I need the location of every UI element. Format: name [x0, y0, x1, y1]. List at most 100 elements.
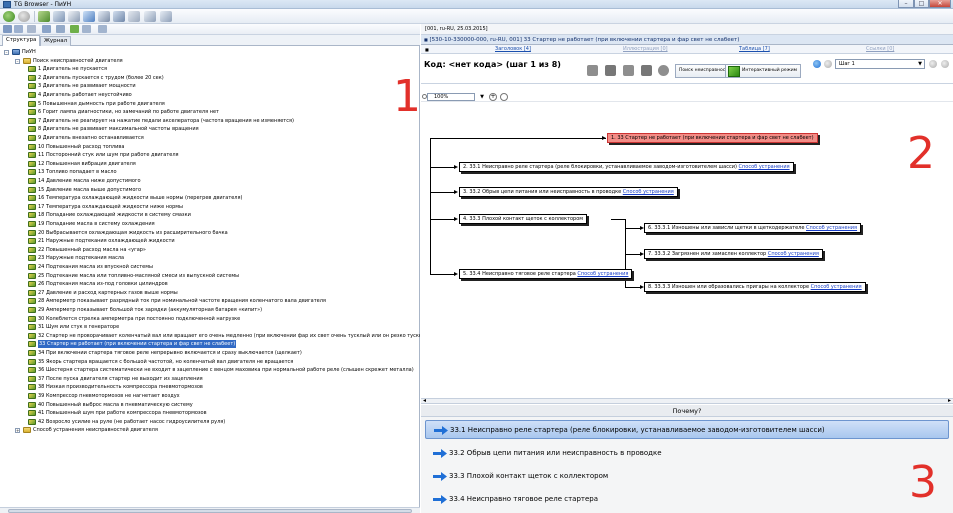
- tree-item[interactable]: 4 Двигатель работает неустойчиво: [0, 91, 420, 99]
- tree-item[interactable]: 14 Давление масла ниже допустимого: [0, 177, 420, 185]
- diagram-node-7[interactable]: 7. 33.3.2 Загрязнен или замаслен коллект…: [644, 249, 823, 259]
- tools-icon[interactable]: [144, 11, 156, 22]
- collapse-icon[interactable]: [27, 25, 36, 33]
- tree-item[interactable]: 1 Двигатель не пускается: [0, 65, 420, 73]
- zoom-in-icon[interactable]: +: [489, 93, 497, 101]
- fix-method-link[interactable]: Способ устранения: [768, 251, 819, 257]
- tree-item[interactable]: 23 Наружные подтекания масла: [0, 254, 420, 262]
- scrollbar-thumb[interactable]: [8, 509, 412, 513]
- left-horizontal-scrollbar[interactable]: [0, 507, 420, 513]
- tree-item[interactable]: 26 Подтекания масла из-под головки цилин…: [0, 280, 420, 288]
- tree-item[interactable]: 6 Горит лампа диагностики, но замечаний …: [0, 108, 420, 116]
- tree-item[interactable]: 11 Посторонний стук или шум при работе д…: [0, 151, 420, 159]
- link-headings[interactable]: Заголовок [4]: [495, 45, 531, 54]
- reason-item-2[interactable]: 33.2 Обрыв цепи питания или неисправност…: [425, 444, 949, 463]
- tree-expander-icon[interactable]: –: [4, 50, 9, 55]
- help-icon[interactable]: [160, 11, 172, 22]
- tree-item[interactable]: 31 Шум или стук в генераторе: [0, 323, 420, 331]
- tree-item[interactable]: 18 Попадание охлаждающей жидкости в сист…: [0, 211, 420, 219]
- font-icon[interactable]: [82, 25, 91, 33]
- tree-item[interactable]: 25 Подтекание масла или топливно-масляно…: [0, 272, 420, 280]
- minimize-button[interactable]: –: [898, 0, 914, 8]
- diagram-node-3[interactable]: 3. 33.2 Обрыв цепи питания или неисправн…: [459, 187, 678, 197]
- scroll-right-icon[interactable]: ▸: [948, 397, 951, 404]
- tools-icon-2[interactable]: [605, 65, 616, 76]
- tree-item[interactable]: 5 Повышенная дымность при работе двигате…: [0, 100, 420, 108]
- undo-icon[interactable]: [623, 65, 634, 76]
- tree-folder[interactable]: – Поиск неисправностей двигателя: [0, 57, 420, 65]
- tree-item[interactable]: 8 Двигатель не развивает максимальной ча…: [0, 125, 420, 133]
- tree-item[interactable]: 28 Амперметр показывает разрядный ток пр…: [0, 297, 420, 305]
- tree-item[interactable]: 22 Повышенный расход масла на «угар»: [0, 246, 420, 254]
- tree-item[interactable]: 15 Давление масла выше допустимого: [0, 186, 420, 194]
- interactive-mode-button[interactable]: Интерактивный режим: [725, 64, 802, 78]
- tree-item[interactable]: 10 Повышенный расход топлива: [0, 143, 420, 151]
- tree-item[interactable]: 29 Амперметр показывает большой ток заря…: [0, 306, 420, 314]
- tree-item[interactable]: 2 Двигатель пускается с трудом (более 20…: [0, 74, 420, 82]
- fix-method-link[interactable]: Способ устранения: [739, 164, 790, 170]
- tree-item[interactable]: 35 Якорь стартера вращается с большой ча…: [0, 358, 420, 366]
- tree-item[interactable]: 9 Двигатель внезапно останавливается: [0, 134, 420, 142]
- tree-item[interactable]: 24 Подтекания масла из впускной системы: [0, 263, 420, 271]
- expand-icon[interactable]: [14, 25, 23, 33]
- tree-item[interactable]: 3 Двигатель не развивает мощности: [0, 82, 420, 90]
- tree-item[interactable]: 7 Двигатель не реагирует на нажатие педа…: [0, 117, 420, 125]
- step-next-icon[interactable]: [929, 60, 937, 68]
- link-tables[interactable]: Таблица [7]: [739, 45, 770, 54]
- diagram-horizontal-scrollbar[interactable]: ◂ ▸: [421, 397, 953, 404]
- sort-icon[interactable]: [56, 25, 65, 33]
- zoom-select[interactable]: 100% ▼: [427, 93, 484, 101]
- step-home-icon[interactable]: [813, 60, 821, 68]
- tab-journal[interactable]: Журнал: [40, 36, 72, 46]
- options-icon[interactable]: [98, 25, 107, 33]
- tab-structure[interactable]: Структура: [2, 35, 41, 46]
- bookmark-icon[interactable]: [70, 25, 79, 33]
- back-icon[interactable]: [3, 11, 15, 22]
- print-icon[interactable]: [83, 11, 95, 22]
- step-select[interactable]: Шаг 1 ▼: [835, 59, 925, 69]
- tool-icon[interactable]: [38, 11, 50, 22]
- fix-method-link[interactable]: Способ устранения: [623, 189, 674, 195]
- step-last-icon[interactable]: [941, 60, 949, 68]
- tree-folder[interactable]: + Способ устранения неисправностей двигат…: [0, 426, 420, 434]
- fix-method-link[interactable]: Способ устранения: [811, 284, 862, 290]
- tree-item[interactable]: 33 Стартер не работает (при включении ст…: [0, 340, 420, 349]
- tree-folder[interactable]: – ПиУН: [0, 48, 420, 56]
- tree-item[interactable]: 36 Шестерня стартера систематически не в…: [0, 366, 420, 374]
- tree-item[interactable]: 34 При включении стартера тяговое реле н…: [0, 349, 420, 357]
- diagram-node-4[interactable]: 4. 33.3 Плохой контакт щеток с коллектор…: [459, 214, 588, 224]
- tree-item[interactable]: 40 Повышенный выброс масла в пневматичес…: [0, 401, 420, 409]
- settings-icon[interactable]: [128, 11, 140, 22]
- redo-icon[interactable]: [641, 65, 652, 76]
- diagram-node-8[interactable]: 8. 33.3.3 Изношен или образовались прига…: [644, 282, 866, 292]
- filter-icon[interactable]: [42, 25, 51, 33]
- tree-item[interactable]: 27 Давление и расход картерных газов выш…: [0, 289, 420, 297]
- link-illustrations[interactable]: Иллюстрация [0]: [623, 45, 668, 54]
- tree-expander-icon[interactable]: –: [15, 58, 20, 64]
- pages-icon[interactable]: [68, 11, 80, 22]
- tree-item[interactable]: 17 Температура охлаждающей жидкости ниже…: [0, 203, 420, 211]
- tree-item[interactable]: 13 Топливо попадает в масло: [0, 168, 420, 176]
- tree-item[interactable]: 20 Выбрасывается охлаждающая жидкость из…: [0, 229, 420, 237]
- zoom-reset-icon[interactable]: [500, 93, 508, 101]
- tree-item[interactable]: 38 Низкая производительность компрессора…: [0, 383, 420, 391]
- diagram-node-6[interactable]: 6. 33.3.1 Изношены или зависли щетки в щ…: [644, 223, 862, 233]
- tree-item[interactable]: 32 Стартер не проворачивает коленчатый в…: [0, 332, 420, 340]
- tree-expander-icon[interactable]: +: [15, 428, 20, 434]
- document-icon[interactable]: [53, 11, 65, 22]
- fix-method-link[interactable]: Способ устранения: [806, 225, 857, 231]
- tree-view-icon[interactable]: [3, 25, 12, 33]
- tree-item[interactable]: 42 Возросло усилие на руле (не работает …: [0, 418, 420, 426]
- tree-item[interactable]: 41 Повышенный шум при работе компрессора…: [0, 409, 420, 417]
- close-button[interactable]: ✕: [929, 0, 951, 8]
- copy-icon[interactable]: [98, 11, 110, 22]
- fix-method-link[interactable]: Способ устранения: [577, 271, 628, 277]
- forward-icon[interactable]: [18, 11, 30, 22]
- diagram-node-5[interactable]: 5. 33.4 Неисправно тяговое реле стартера…: [459, 269, 633, 279]
- link-references[interactable]: Ссылки [0]: [866, 45, 894, 54]
- step-prev-icon[interactable]: [824, 60, 832, 68]
- tree-item[interactable]: 16 Температура охлаждающей жидкости выше…: [0, 194, 420, 202]
- tree-item[interactable]: 21 Наружные подтекания охлаждающей жидко…: [0, 237, 420, 245]
- tree-item[interactable]: 39 Компрессор пневмотормозов не нагнетае…: [0, 392, 420, 400]
- export-icon[interactable]: [113, 11, 125, 22]
